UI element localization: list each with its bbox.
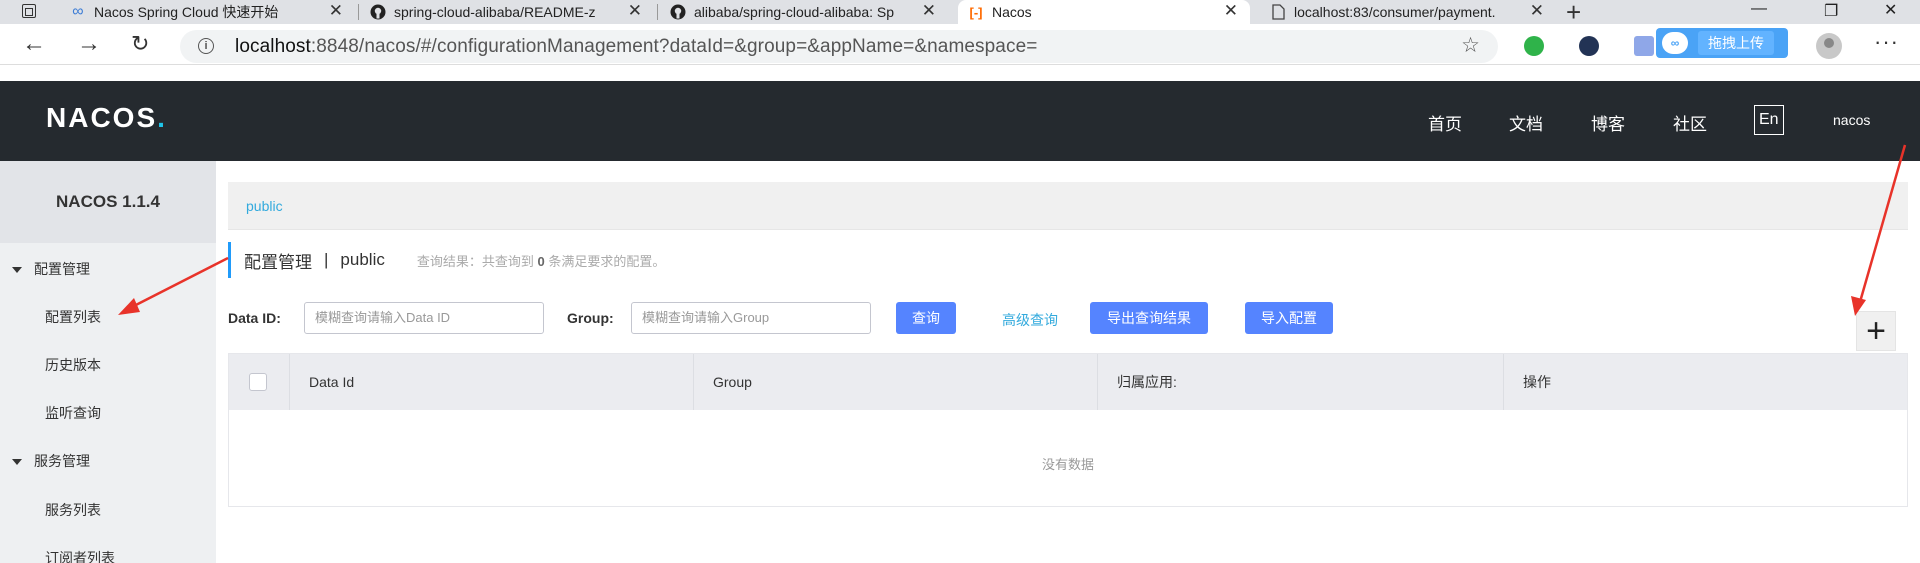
result-prefix: 查询结果：共查询到 <box>416 253 534 269</box>
browser-tab-bar: ∞ Nacos Spring Cloud 快速开始 ✕ spring-cloud… <box>0 0 1920 27</box>
sidebar-item-listener-query[interactable]: 监听查询 <box>45 403 101 423</box>
import-config-button[interactable]: 导入配置 <box>1245 302 1333 334</box>
namespace-public-link[interactable]: public <box>246 198 283 214</box>
drag-upload-widget[interactable]: ∞ 拖拽上传 <box>1656 28 1788 58</box>
nav-home[interactable]: 首页 <box>1428 110 1462 135</box>
col-data-id: Data Id <box>290 354 694 410</box>
tab-divider <box>358 4 359 20</box>
infinity-icon: ∞ <box>72 3 84 20</box>
tab-title: localhost:83/consumer/payment. <box>1294 4 1496 20</box>
namespace-breadcrumb: public <box>228 182 1908 230</box>
group-label: 配置管理 <box>34 261 90 277</box>
group-label: Group: <box>567 310 614 326</box>
info-icon[interactable]: i <box>198 38 214 54</box>
browser-tab-alibaba-repo[interactable]: alibaba/spring-cloud-alibaba: Sp ✕ <box>670 0 948 24</box>
caret-down-icon <box>12 459 22 466</box>
reload-icon[interactable]: ↻ <box>131 31 149 57</box>
advanced-query-link[interactable]: 高级查询 <box>1002 310 1058 330</box>
back-arrow-icon[interactable]: ← <box>22 30 46 58</box>
browser-tab-nacos-quickstart[interactable]: ∞ Nacos Spring Cloud 快速开始 ✕ <box>70 0 355 24</box>
col-group: Group <box>694 354 1098 410</box>
annotation-arrow-add <box>1851 144 1907 316</box>
close-icon[interactable]: ✕ <box>1530 1 1544 21</box>
tab-divider <box>657 4 658 20</box>
sidebar-group-config[interactable]: 配置管理 <box>12 259 90 279</box>
page-title-text: 配置管理 <box>244 252 312 272</box>
sidebar: NACOS 1.1.4 配置管理 配置列表 历史版本 监听查询 服务管理 服务列… <box>0 161 216 563</box>
table-header: Data Id Group 归属应用: 操作 <box>229 354 1907 410</box>
caret-down-icon <box>12 267 22 274</box>
export-results-button[interactable]: 导出查询结果 <box>1090 302 1208 334</box>
nav-community[interactable]: 社区 <box>1673 110 1707 135</box>
nav-blog[interactable]: 博客 <box>1591 110 1625 135</box>
empty-state-text: 没有数据 <box>1041 457 1094 472</box>
window-menu-icon[interactable] <box>22 4 36 18</box>
browser-tab-localhost83[interactable]: localhost:83/consumer/payment. ✕ <box>1270 0 1556 24</box>
close-icon[interactable]: ✕ <box>1224 1 1238 21</box>
sidebar-title: NACOS 1.1.4 <box>0 161 216 243</box>
nacos-logo[interactable]: NACOS. <box>46 102 167 134</box>
url-bar[interactable]: i localhost:8848/nacos/#/configurationMa… <box>180 30 1498 63</box>
user-menu[interactable]: nacos <box>1833 112 1870 128</box>
sidebar-item-subscribers[interactable]: 订阅者列表 <box>45 548 115 563</box>
sidebar-item-config-list[interactable]: 配置列表 <box>45 307 101 327</box>
title-separator: | <box>324 250 329 269</box>
col-actions: 操作 <box>1523 374 1551 390</box>
more-menu-icon[interactable]: ··· <box>1874 29 1899 55</box>
minimize-icon[interactable]: — <box>1751 0 1767 18</box>
evernote-extension-icon[interactable] <box>1524 36 1544 56</box>
add-favorite-icon[interactable]: ☆ <box>1461 33 1480 58</box>
group-label: 服务管理 <box>34 453 90 469</box>
nacos-header: NACOS. 首页 文档 博客 社区 En nacos <box>0 81 1920 161</box>
browser-tab-readme[interactable]: spring-cloud-alibaba/README-z ✕ <box>370 0 654 24</box>
e-extension-icon[interactable] <box>1579 36 1599 56</box>
github-icon <box>670 4 686 20</box>
tab-title: Nacos <box>992 4 1032 20</box>
logo-text: NACOS <box>46 102 158 133</box>
close-icon[interactable]: ✕ <box>628 1 642 21</box>
url-text[interactable]: localhost:8848/nacos/#/configurationMana… <box>235 36 1037 58</box>
dataid-search-input[interactable]: 模糊查询请输入Data ID <box>304 302 544 334</box>
language-toggle[interactable]: En <box>1754 105 1784 135</box>
forward-arrow-icon[interactable]: → <box>77 30 101 58</box>
select-all-checkbox[interactable] <box>249 373 267 391</box>
add-config-button[interactable]: + <box>1856 311 1896 351</box>
address-toolbar: ← → ↻ i localhost:8848/nacos/#/configura… <box>0 24 1920 65</box>
nacos-bracket-icon: [-] <box>969 4 983 20</box>
tab-title: spring-cloud-alibaba/README-z <box>394 4 596 20</box>
dataid-label: Data ID: <box>228 310 281 326</box>
window-close-icon[interactable]: ✕ <box>1884 0 1897 20</box>
github-icon <box>370 4 386 20</box>
page-namespace: public <box>340 250 385 269</box>
result-suffix: 条满足要求的配置。 <box>548 253 666 269</box>
tab-title: alibaba/spring-cloud-alibaba: Sp <box>694 4 895 20</box>
select-all-cell <box>229 354 290 410</box>
close-icon[interactable]: ✕ <box>329 1 343 21</box>
tab-title: Nacos Spring Cloud 快速开始 <box>94 4 279 20</box>
browser-tab-nacos[interactable]: [-] Nacos ✕ <box>958 0 1250 24</box>
url-path: :8848/nacos/#/configurationManagement?da… <box>310 36 1038 57</box>
col-app: 归属应用: <box>1098 354 1504 410</box>
profile-avatar[interactable] <box>1816 33 1842 59</box>
drag-upload-label: 拖拽上传 <box>1698 31 1774 55</box>
url-host: localhost <box>235 36 311 57</box>
query-button[interactable]: 查询 <box>896 302 956 334</box>
query-result-summary: 查询结果：共查询到 0 条满足要求的配置。 <box>417 251 666 270</box>
page-title: 配置管理 | public 查询结果：共查询到 0 条满足要求的配置。 <box>228 242 665 278</box>
nav-docs[interactable]: 文档 <box>1509 110 1543 135</box>
close-icon[interactable]: ✕ <box>922 1 936 21</box>
maximize-icon[interactable]: ❐ <box>1824 1 1838 21</box>
config-table: Data Id Group 归属应用: 操作 没有数据 <box>228 353 1908 507</box>
page-icon <box>1270 4 1286 20</box>
sidebar-group-service[interactable]: 服务管理 <box>12 451 90 471</box>
bird-extension-icon[interactable] <box>1634 36 1654 56</box>
group-search-input[interactable]: 模糊查询请输入Group <box>631 302 871 334</box>
sidebar-item-history[interactable]: 历史版本 <box>45 355 101 375</box>
cloud-upload-icon: ∞ <box>1662 32 1688 54</box>
sidebar-item-service-list[interactable]: 服务列表 <box>45 500 101 520</box>
result-count: 0 <box>537 253 545 269</box>
